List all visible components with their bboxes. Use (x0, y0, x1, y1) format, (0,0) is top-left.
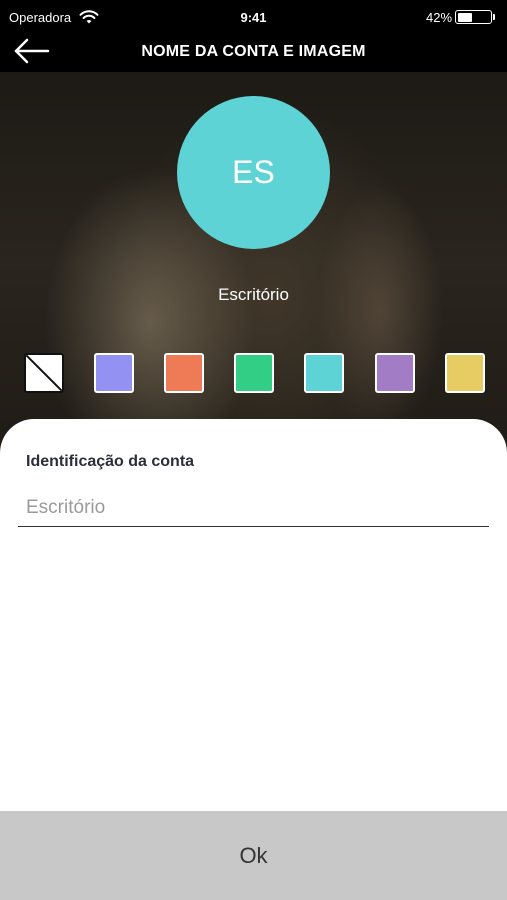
account-id-label: Identificação da conta (26, 453, 195, 470)
no-color-icon (26, 355, 62, 391)
battery-icon (455, 10, 492, 24)
background-photo: ES Escritório (0, 72, 507, 452)
swatch-none[interactable] (24, 353, 64, 393)
avatar-initials: ES (232, 154, 275, 190)
ok-label: Ok (239, 842, 268, 868)
avatar[interactable]: ES (177, 96, 330, 249)
account-name: Escritório (218, 285, 289, 304)
swatch-yellow[interactable] (445, 353, 485, 393)
ok-button[interactable]: Ok (0, 811, 507, 900)
status-bar: Operadora 9:41 42% (0, 0, 507, 36)
swatch-green[interactable] (234, 353, 274, 393)
battery-percent: 42% (426, 10, 453, 25)
swatch-purple[interactable] (375, 353, 415, 393)
account-name-input[interactable] (18, 489, 489, 527)
page-title: NOME DA CONTA E IMAGEM (141, 43, 366, 60)
swatch-cyan[interactable] (304, 353, 344, 393)
battery-tip (493, 14, 495, 20)
swatch-orange[interactable] (164, 353, 204, 393)
nav-bar: NOME DA CONTA E IMAGEM (0, 36, 507, 72)
form-sheet: Identificação da conta (0, 419, 507, 811)
swatch-blue[interactable] (94, 353, 134, 393)
color-picker (0, 353, 507, 393)
